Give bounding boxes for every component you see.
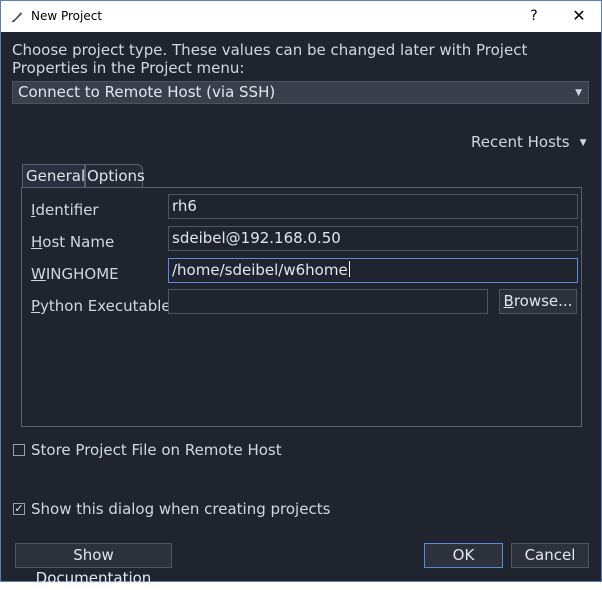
winghome-label: WINGHOME [31, 265, 119, 283]
tab-general[interactable]: General [22, 164, 85, 187]
ok-button[interactable]: OK [424, 543, 503, 568]
recent-hosts-menu[interactable]: Recent Hosts ▼ [471, 133, 587, 151]
host-name-input[interactable]: sdeibel@192.168.0.50 [168, 226, 578, 251]
host-name-label: Host Name [31, 233, 115, 251]
python-executable-input[interactable] [168, 289, 488, 314]
winghome-value: /home/sdeibel/w6home [172, 261, 348, 279]
window-title: New Project [31, 9, 103, 23]
text-caret [348, 261, 350, 277]
close-button[interactable]: ✕ [567, 6, 591, 26]
python-executable-label: Python Executable [31, 297, 171, 315]
dialog-body: Choose project type. These values can be… [1, 32, 601, 587]
intro-text: Choose project type. These values can be… [12, 41, 528, 77]
cancel-button[interactable]: Cancel [511, 543, 589, 568]
project-type-value: Connect to Remote Host (via SSH) [18, 83, 276, 101]
winghome-input[interactable]: /home/sdeibel/w6home [168, 258, 578, 283]
identifier-label: Identifier [31, 201, 99, 219]
browse-button[interactable]: Browse... [499, 289, 577, 314]
chevron-down-icon: ▼ [575, 88, 582, 98]
store-remote-checkbox[interactable] [13, 444, 25, 456]
feather-icon [10, 9, 24, 23]
general-tab-panel: Identifier rh6 Host Name sdeibel@192.168… [21, 187, 582, 427]
title-bar: New Project ? ✕ [1, 1, 601, 32]
show-dialog-label: Show this dialog when creating projects [31, 500, 331, 518]
identifier-input[interactable]: rh6 [168, 194, 578, 219]
new-project-dialog: New Project ? ✕ Choose project type. The… [0, 0, 602, 587]
show-dialog-checkbox[interactable]: ✓ [13, 503, 25, 515]
help-button[interactable]: ? [522, 6, 546, 26]
show-documentation-button[interactable]: Show Documentation [15, 543, 172, 587]
chevron-down-icon: ▼ [579, 138, 587, 148]
store-remote-label: Store Project File on Remote Host [31, 441, 282, 459]
tab-options[interactable]: Options [85, 164, 145, 187]
project-type-select[interactable]: Connect to Remote Host (via SSH) ▼ [12, 81, 589, 104]
recent-hosts-label: Recent Hosts [471, 133, 570, 151]
